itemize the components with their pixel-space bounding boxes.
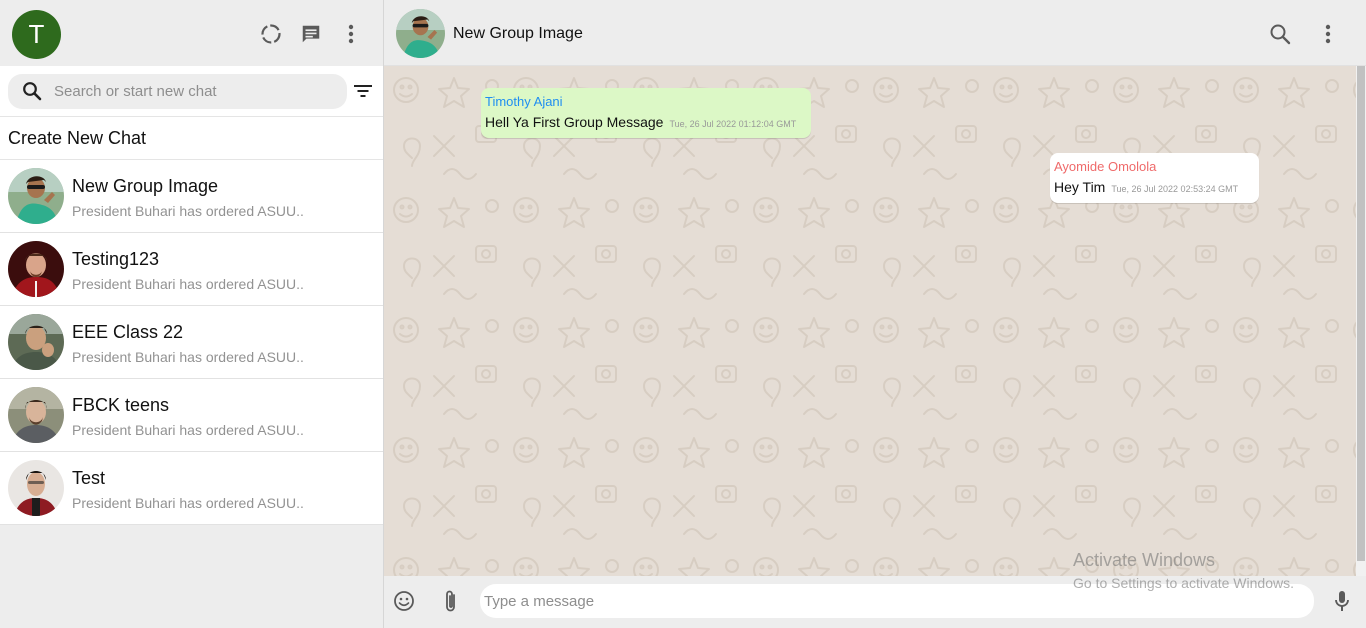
filter-icon[interactable] <box>352 82 374 100</box>
message-bubble: Timothy Ajani Hell Ya First Group Messag… <box>481 88 811 138</box>
chat-name: Testing123 <box>72 249 160 269</box>
chat-list-item[interactable]: EEE Class 22 President Buhari has ordere… <box>0 306 383 379</box>
message-scrollbar[interactable] <box>1356 66 1366 576</box>
chat-name: New Group Image <box>72 176 219 196</box>
message-bubble: Ayomide Omolola Hey Tim Tue, 26 Jul 2022 … <box>1050 153 1259 203</box>
sidebar: T Search or start new chat Create New Ch… <box>0 0 384 628</box>
message-time: Tue, 26 Jul 2022 01:12:04 GMT <box>669 119 797 129</box>
menu-dots-icon[interactable] <box>339 22 363 46</box>
chat-list-item[interactable]: FBCK teens President Buhari has ordered … <box>0 379 383 452</box>
chat-name: FBCK teens <box>72 395 170 415</box>
message-text: Hell Ya First Group Message <box>485 114 664 130</box>
user-avatar-initial: T <box>28 19 45 49</box>
chat-avatar <box>8 241 64 297</box>
chat-header: New Group Image <box>384 0 1366 66</box>
mic-icon[interactable] <box>1334 590 1350 612</box>
chat-preview: President Buhari has ordered ASUU.. <box>72 422 304 438</box>
search-row <box>0 66 383 116</box>
scrollbar-thumb[interactable] <box>1357 66 1365 561</box>
chat-avatar <box>8 387 64 443</box>
attach-icon[interactable] <box>442 588 460 614</box>
chat-preview: President Buhari has ordered ASUU.. <box>72 276 304 292</box>
chat-avatar <box>8 314 64 370</box>
chat-preview: President Buhari has ordered ASUU.. <box>72 349 304 365</box>
search-box <box>8 74 347 109</box>
chat-name: Test <box>72 468 106 488</box>
chat-avatar <box>8 460 64 516</box>
create-new-chat-button[interactable]: Create New Chat <box>0 116 383 160</box>
message-input[interactable] <box>480 584 1314 618</box>
emoji-icon[interactable] <box>393 590 415 612</box>
message-composer <box>384 576 1366 628</box>
message-text: Hey Tim <box>1054 179 1106 195</box>
chat-menu-dots-icon[interactable] <box>1316 22 1340 46</box>
chat-title[interactable]: New Group Image <box>453 25 583 43</box>
chat-preview: President Buhari has ordered ASUU.. <box>72 495 304 511</box>
search-icon <box>22 81 42 101</box>
chat-avatar <box>8 168 64 224</box>
chat-list: New Group Image President Buhari has ord… <box>0 160 383 525</box>
status-icon[interactable] <box>259 22 283 46</box>
message-sender: Timothy Ajani <box>485 94 563 109</box>
message-time: Tue, 26 Jul 2022 02:53:24 GMT <box>1111 184 1239 194</box>
chat-list-item[interactable]: New Group Image President Buhari has ord… <box>0 160 383 233</box>
chat-panel: New Group Image Timothy Ajani Hell Ya Fi… <box>384 0 1366 628</box>
message-area[interactable]: Timothy Ajani Hell Ya First Group Messag… <box>384 66 1356 576</box>
chat-search-icon[interactable] <box>1268 22 1292 46</box>
chat-list-item[interactable]: Test President Buhari has ordered ASUU.. <box>0 452 383 525</box>
chat-name: EEE Class 22 <box>72 322 184 342</box>
message-sender: Ayomide Omolola <box>1054 159 1157 174</box>
sidebar-header: T <box>0 0 383 66</box>
chat-wallpaper-pattern <box>384 66 1356 576</box>
chat-header-avatar[interactable] <box>396 9 445 58</box>
user-avatar[interactable]: T <box>12 10 61 59</box>
chat-preview: President Buhari has ordered ASUU.. <box>72 203 304 219</box>
new-chat-icon[interactable] <box>299 22 323 46</box>
chat-list-item[interactable]: Testing123 President Buhari has ordered … <box>0 233 383 306</box>
search-input[interactable] <box>54 74 339 109</box>
